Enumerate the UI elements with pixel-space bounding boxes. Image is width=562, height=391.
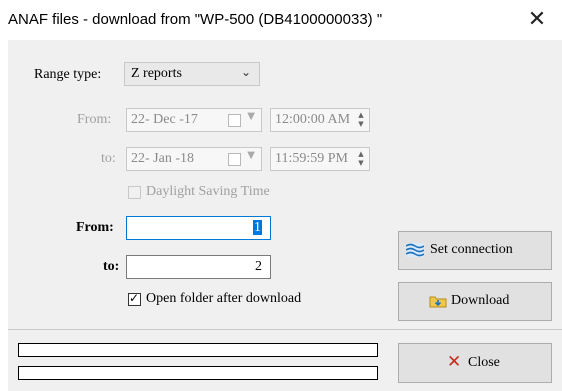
num-to-value: 2	[255, 259, 262, 274]
close-x-icon: ✕	[447, 352, 462, 372]
num-from-label: From:	[76, 220, 114, 235]
num-from-input[interactable]: 1	[126, 216, 271, 240]
time-to-value: 11:59:59 PM	[275, 151, 348, 166]
set-connection-button[interactable]: Set connection	[398, 231, 552, 270]
range-type-select[interactable]: Z reports ⌄	[124, 62, 260, 86]
dropdown-arrow-icon: ▼	[247, 111, 255, 122]
num-to-label: to:	[103, 259, 120, 274]
connection-waves-icon	[406, 243, 424, 257]
time-from-value: 12:00:00 AM	[275, 112, 351, 127]
spinner-icon[interactable]: ▲ ▼	[355, 111, 367, 129]
num-from-value: 1	[253, 220, 262, 235]
time-from-input[interactable]: 12:00:00 AM ▲ ▼	[270, 108, 370, 132]
set-connection-label: Set connection	[430, 242, 513, 257]
progress-bar	[18, 343, 378, 357]
calendar-icon	[228, 153, 241, 166]
dropdown-arrow-icon: ▼	[247, 150, 255, 161]
progress-bar	[18, 366, 378, 380]
dialog-body	[8, 40, 562, 391]
date-from-label: From:	[77, 112, 112, 127]
date-to-picker[interactable]: 22- Jan -18 ▼	[126, 147, 262, 171]
range-type-value: Z reports	[131, 66, 182, 81]
window-close-icon[interactable]: ✕	[524, 6, 550, 32]
window-title: ANAF files - download from "WP-500 (DB41…	[8, 11, 383, 28]
download-label: Download	[451, 293, 510, 308]
checkmark-icon: ✓	[129, 291, 140, 305]
folder-download-icon	[429, 296, 447, 308]
date-from-picker[interactable]: 22- Dec -17 ▼	[126, 108, 262, 132]
date-to-value: 22- Jan -18	[131, 151, 194, 166]
calendar-icon	[228, 114, 241, 127]
spinner-icon[interactable]: ▲ ▼	[355, 150, 367, 168]
download-button[interactable]: Download	[398, 282, 552, 321]
time-to-input[interactable]: 11:59:59 PM ▲ ▼	[270, 147, 370, 171]
num-to-input[interactable]: 2	[126, 255, 271, 279]
range-type-label: Range type:	[34, 67, 102, 82]
date-to-label: to:	[101, 151, 116, 166]
dst-label: Daylight Saving Time	[146, 184, 270, 199]
open-folder-checkbox[interactable]: ✓	[128, 291, 141, 306]
close-button[interactable]: ✕ Close	[398, 343, 552, 383]
title-bar: ANAF files - download from "WP-500 (DB41…	[0, 0, 562, 40]
close-label: Close	[468, 355, 500, 370]
separator	[8, 329, 562, 330]
chevron-down-icon: ⌄	[240, 65, 251, 79]
date-from-value: 22- Dec -17	[131, 112, 198, 127]
dst-checkbox[interactable]	[128, 186, 141, 199]
open-folder-label: Open folder after download	[146, 291, 302, 306]
